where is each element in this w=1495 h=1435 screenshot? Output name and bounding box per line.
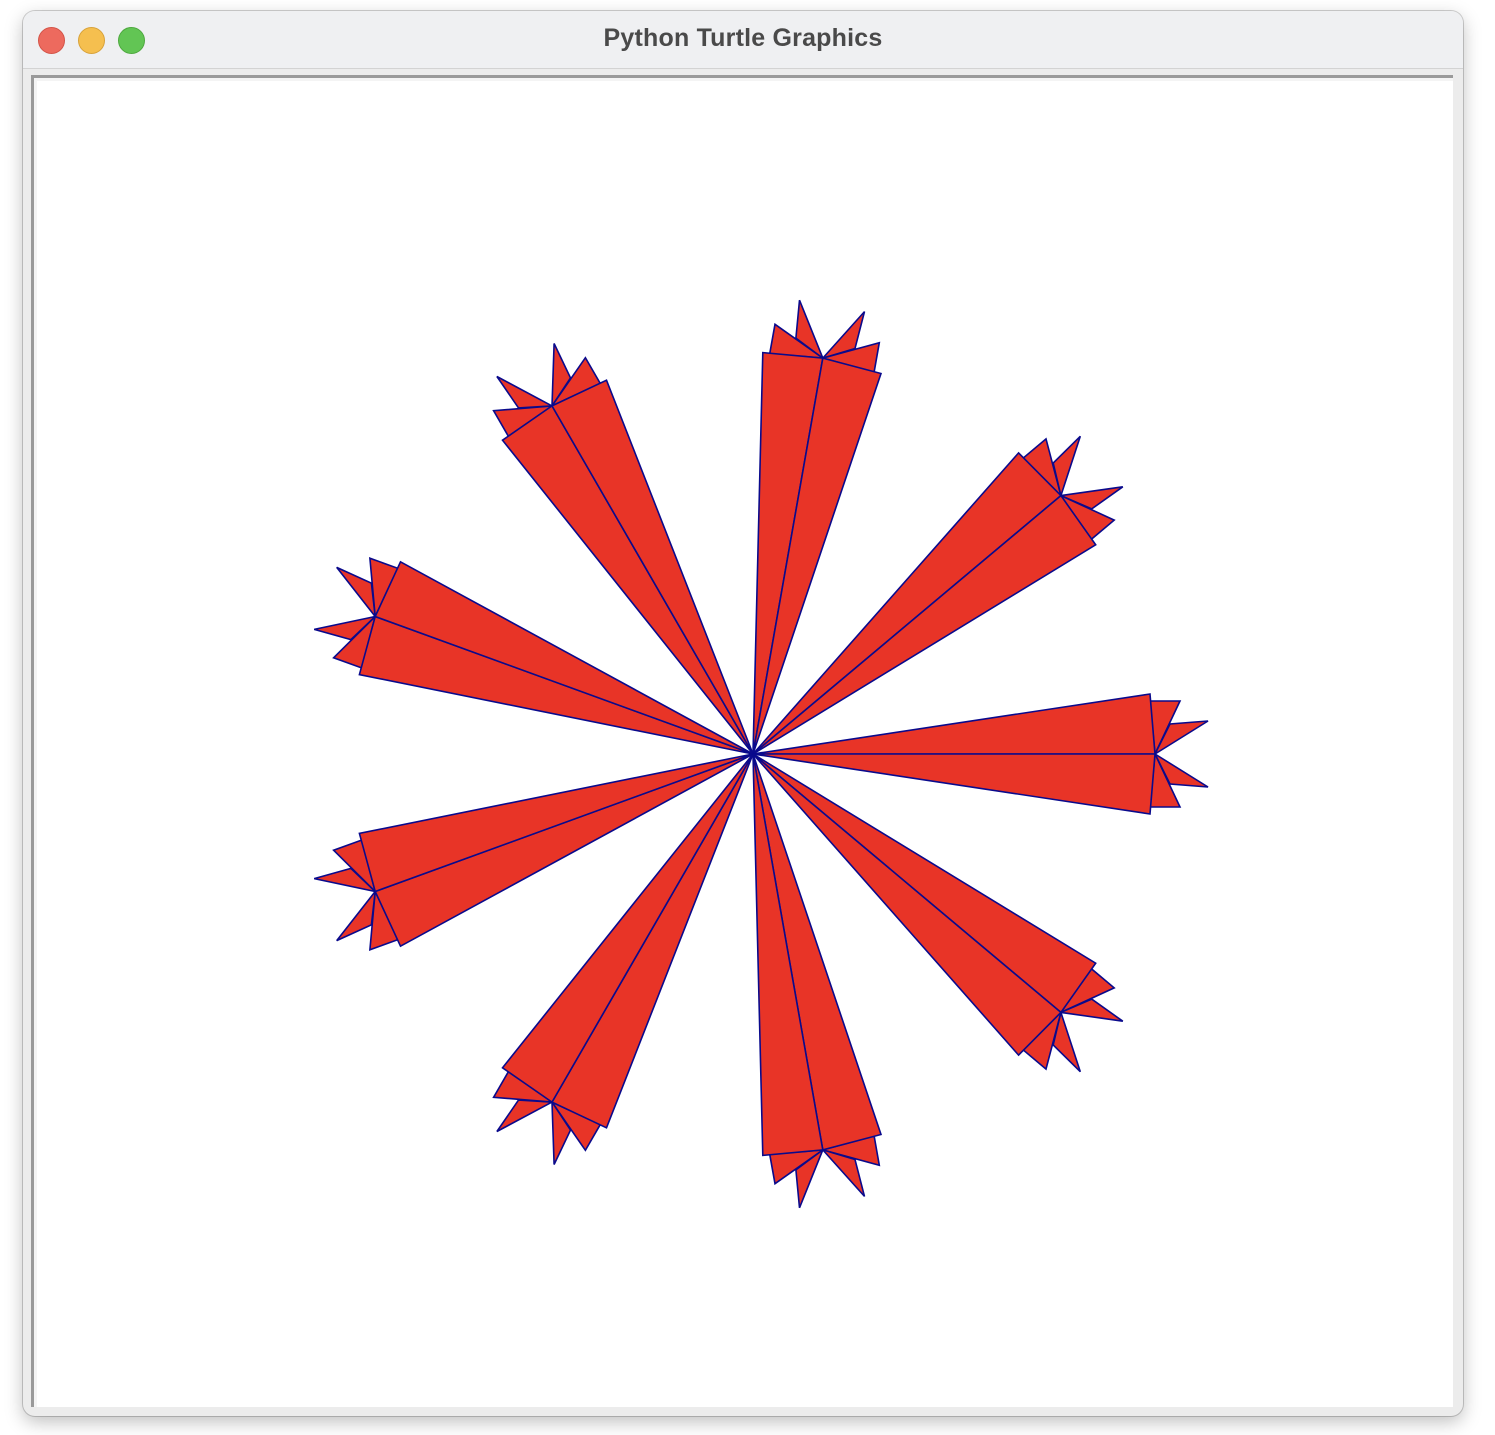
petal-tip (496, 375, 555, 409)
petal-tip (336, 888, 377, 942)
turtle-canvas[interactable] (37, 81, 1453, 1407)
canvas-frame (31, 75, 1453, 1407)
petal-tip (336, 566, 377, 620)
turtle-drawing (313, 299, 1209, 1209)
window-title: Python Turtle Graphics (603, 24, 883, 52)
petal-tip (496, 1099, 555, 1133)
turtle-window: Python Turtle Graphics (23, 11, 1463, 1416)
title-bar[interactable]: Python Turtle Graphics (23, 11, 1463, 69)
